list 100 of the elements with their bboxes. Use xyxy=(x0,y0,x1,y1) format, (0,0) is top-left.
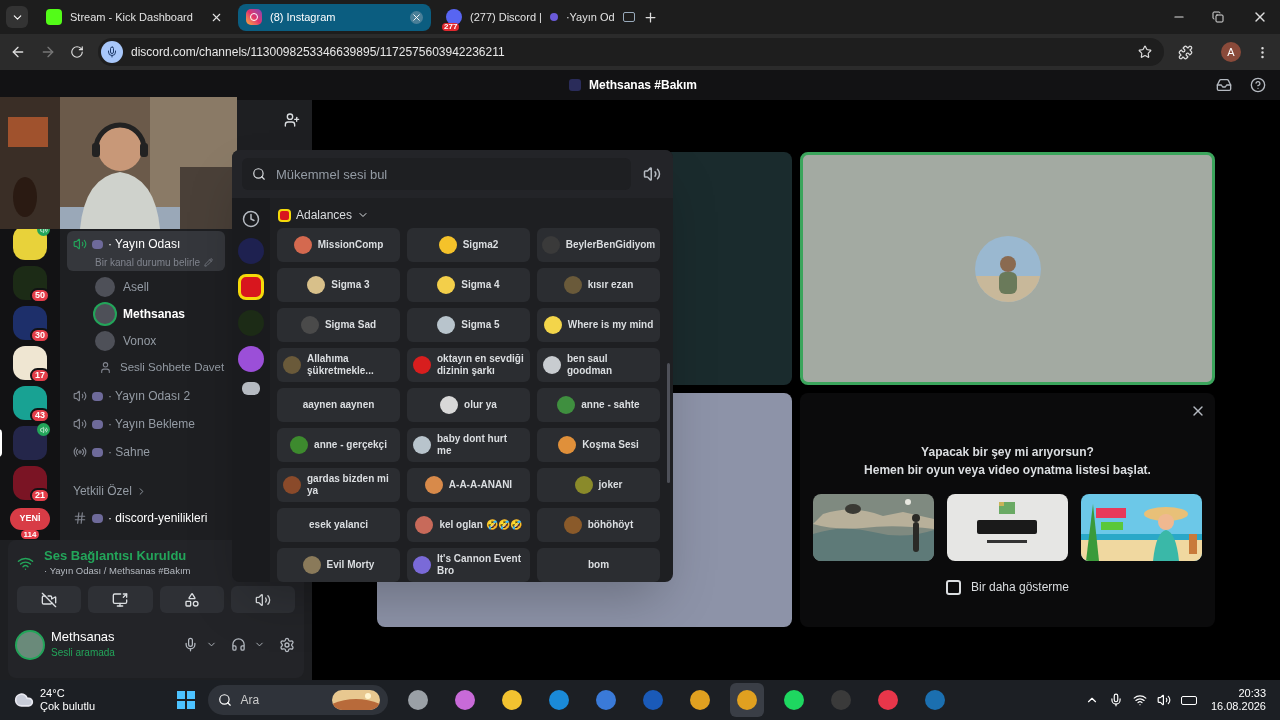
sound-button[interactable]: gardas bizden mi ya xyxy=(277,468,400,502)
sound-button[interactable]: anne - gerçekçi xyxy=(277,428,400,462)
tab-title: Stream - Kick Dashboard xyxy=(70,9,193,25)
reload-icon[interactable] xyxy=(70,45,84,59)
sound-button[interactable]: aaynen aaynen xyxy=(277,388,400,422)
browser-tab[interactable]: 277 (277) Discord | ·Yayın Od xyxy=(438,3,631,31)
back-icon[interactable] xyxy=(10,44,26,60)
browser-tab[interactable]: (8) Instagram xyxy=(238,3,431,31)
server-icon[interactable] xyxy=(13,466,47,500)
voice-control-button[interactable] xyxy=(159,586,224,613)
extensions-icon[interactable] xyxy=(1178,44,1193,60)
channel-emoji-icon xyxy=(92,239,103,249)
search-icon xyxy=(218,693,233,707)
sound-button[interactable]: BeylerBenGidiyom xyxy=(537,228,660,262)
profile-avatar[interactable]: A xyxy=(1221,42,1241,62)
activity-icon xyxy=(183,591,200,608)
voice-control-button[interactable] xyxy=(230,586,295,613)
sound-button[interactable]: olur ya xyxy=(407,388,530,422)
tab-title: (8) Instagram xyxy=(270,9,336,25)
username: Methsanas xyxy=(51,629,116,645)
sound-button[interactable]: Koşma Sesi xyxy=(537,428,660,462)
start-icon[interactable] xyxy=(177,691,196,709)
sound-button[interactable]: Sigma 5 xyxy=(407,308,530,342)
sound-button[interactable]: esek yalanci xyxy=(277,508,400,542)
person-icon xyxy=(99,361,112,374)
channel-emoji-icon xyxy=(549,13,558,21)
restore-icon[interactable] xyxy=(1212,11,1224,23)
tab-title: ·Yayın Od xyxy=(565,9,615,25)
browser-tab[interactable]: Stream - Kick Dashboard xyxy=(38,3,231,31)
sound-button[interactable]: oktayın en sevdiği dizinin şarkı xyxy=(407,348,530,382)
close-icon[interactable] xyxy=(410,10,423,24)
camera-off-icon xyxy=(41,591,58,608)
server-icon[interactable] xyxy=(13,346,47,380)
sound-button[interactable]: böhöhöyt xyxy=(537,508,660,542)
sound-button[interactable]: Evil Morty xyxy=(277,548,400,582)
user-status: Sesli aramada xyxy=(51,646,116,660)
sound-button[interactable]: bom xyxy=(537,548,660,582)
new-tab-icon[interactable] xyxy=(643,9,658,25)
volume-icon[interactable] xyxy=(1156,693,1171,707)
channel-item[interactable]: · Yayın Odası Bir kanal durumu belirle xyxy=(67,231,225,271)
network-icon[interactable] xyxy=(1132,693,1147,707)
tab-search-button[interactable] xyxy=(6,6,28,28)
microphone-icon[interactable] xyxy=(183,637,198,652)
sound-button[interactable]: baby dont hurt me xyxy=(407,428,530,462)
server-icon[interactable] xyxy=(13,266,47,300)
sound-button[interactable]: Allahıma şükretmekle... xyxy=(277,348,400,382)
sound-button[interactable]: Sigma2 xyxy=(407,228,530,262)
invite-icon[interactable] xyxy=(284,112,300,128)
channel-item[interactable]: · discord-yenilikleri xyxy=(67,505,225,531)
channel-emoji-icon xyxy=(92,419,103,429)
search-field[interactable]: Mükemmel sesi bul xyxy=(242,158,631,190)
invite-row[interactable]: Sesli Sohbete Davet xyxy=(95,354,225,381)
kick-logo-icon xyxy=(46,9,62,25)
server-icon[interactable] xyxy=(13,386,47,420)
server-icon[interactable] xyxy=(13,306,47,340)
sound-button[interactable]: anne - sahte xyxy=(537,388,660,422)
channel-item[interactable]: · Yayın Bekleme xyxy=(67,411,225,437)
connection-status: Ses Bağlantısı Kuruldu xyxy=(44,547,188,564)
window-title: Methsanas #Bakım xyxy=(589,77,698,94)
voice-user[interactable]: Methsanas xyxy=(95,300,225,327)
channel-item[interactable]: · Sahne xyxy=(67,439,225,465)
sound-button[interactable]: joker xyxy=(537,468,660,502)
checkbox[interactable] xyxy=(945,579,961,595)
sound-button[interactable]: ben saul goodman xyxy=(537,348,660,382)
sound-button[interactable]: Where is my mind xyxy=(537,308,660,342)
battery-icon[interactable] xyxy=(1180,695,1197,705)
category-label[interactable]: Adalances xyxy=(296,206,353,224)
sound-button[interactable]: Sigma Sad xyxy=(277,308,400,342)
inbox-icon[interactable] xyxy=(1216,77,1232,93)
server-icon[interactable] xyxy=(13,426,47,460)
voice-control-button[interactable] xyxy=(17,586,82,613)
sound-button[interactable]: A-A-A-ANANI xyxy=(407,468,530,502)
tab-badge: 277 xyxy=(442,23,460,31)
settings-icon[interactable] xyxy=(279,636,295,653)
sound-button[interactable]: kel oglan 🤣🤣🤣 xyxy=(407,508,530,542)
voice-user[interactable]: Vonox xyxy=(95,327,225,354)
sound-button[interactable]: kısır ezan xyxy=(537,268,660,302)
activity-subtitle: Hemen bir oyun veya video oynatma listesi başlat. xyxy=(864,462,1151,479)
speaker-icon xyxy=(73,417,87,431)
sound-button[interactable]: Sigma 3 xyxy=(277,268,400,302)
voice-user[interactable]: Asell xyxy=(95,273,225,300)
server-icon xyxy=(569,79,581,91)
address-field[interactable]: discord.com/channels/1130098253346639895/1172575603942236211 xyxy=(98,38,1164,66)
sound-button[interactable]: It's Cannon Event Bro xyxy=(407,548,530,582)
app-icon[interactable] xyxy=(730,683,765,717)
channel-item[interactable]: · Yayın Odası 2 xyxy=(67,383,225,409)
bookmark-star-icon[interactable] xyxy=(1138,45,1152,59)
voice-control-button[interactable] xyxy=(88,586,153,613)
forward-icon[interactable] xyxy=(40,44,56,60)
server-icon[interactable] xyxy=(238,274,264,300)
help-icon[interactable] xyxy=(1250,77,1266,93)
headphones-icon[interactable] xyxy=(231,637,246,652)
volume-icon[interactable] xyxy=(643,165,661,183)
microphone-icon[interactable] xyxy=(1108,693,1123,707)
screen-icon xyxy=(622,12,635,22)
sound-button[interactable]: Sigma 4 xyxy=(407,268,530,302)
clock-icon[interactable] xyxy=(242,210,260,228)
sound-button[interactable]: MissionComp xyxy=(277,228,400,262)
category-label[interactable]: Yetkili Özel xyxy=(73,482,132,500)
stage-icon xyxy=(73,445,87,459)
